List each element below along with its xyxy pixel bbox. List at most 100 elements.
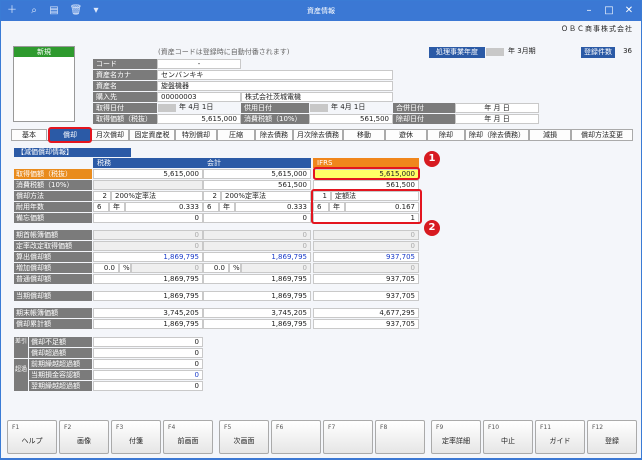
- extra-dep-acc: 0: [241, 263, 311, 273]
- memo-row-label: 備忘価額: [14, 213, 92, 223]
- overage-label: 償却超過額: [29, 348, 92, 358]
- cost-tax[interactable]: 5,615,000: [93, 169, 203, 179]
- prior-carry-label: 前期繰越超過額: [29, 359, 92, 369]
- asset-name-label: 資産名: [93, 81, 157, 91]
- life-tax-years[interactable]: 6: [93, 202, 109, 212]
- f3-key: F3: [116, 424, 124, 431]
- method-acc-no[interactable]: 2: [203, 191, 221, 201]
- method-tax[interactable]: 200%定率法: [111, 191, 203, 201]
- fiscal-year-label: 処理事業年度: [429, 47, 485, 58]
- calc-dep-acc[interactable]: 1,869,795: [203, 252, 311, 262]
- tab-monthly-depreciation[interactable]: 月次償却: [91, 129, 129, 141]
- calc-dep-tax[interactable]: 1,869,795: [93, 252, 203, 262]
- prior-carry-value[interactable]: 0: [93, 359, 203, 369]
- minimize-icon[interactable]: –: [579, 3, 599, 18]
- calc-dep-ifrs[interactable]: 937,705: [313, 252, 419, 262]
- method-acc[interactable]: 200%定率法: [221, 191, 311, 201]
- memo-tax[interactable]: 0: [93, 213, 203, 223]
- next-carry-value: 0: [93, 381, 203, 391]
- acquired-date-gray: [158, 104, 176, 112]
- tab-monthly-removal-obligation[interactable]: 月次除去債務: [293, 129, 343, 141]
- cost-acc[interactable]: 5,615,000: [203, 169, 311, 179]
- f2-image-button[interactable]: F2 画像: [59, 420, 109, 454]
- f12-key: F12: [592, 424, 604, 431]
- f7-button[interactable]: F7: [323, 420, 373, 454]
- tab-disposal[interactable]: 除却: [427, 129, 465, 141]
- extra-dep-tax-pct[interactable]: 0.0: [93, 263, 119, 273]
- life-acc-rate: 0.333: [235, 202, 311, 212]
- disposal-date-field[interactable]: 年 月 日: [455, 114, 539, 124]
- code-field[interactable]: -: [157, 59, 241, 69]
- f5-next-button[interactable]: F5 次画面: [219, 420, 269, 454]
- supplier-code-field[interactable]: 00000003: [157, 92, 241, 102]
- f4-prev-button[interactable]: F4 前画面: [163, 420, 213, 454]
- f8-button[interactable]: F8: [375, 420, 425, 454]
- overage-value: 0: [93, 348, 203, 358]
- calc-dep-label: 算出償却額: [14, 252, 92, 262]
- window-title: 資産情報: [307, 7, 335, 15]
- f12-register-button[interactable]: F12 登録: [587, 420, 637, 454]
- record-count-value: 36: [623, 47, 632, 55]
- f3-label: 付箋: [129, 437, 143, 445]
- begin-book-ifrs: 0: [313, 230, 419, 240]
- current-allowed-value[interactable]: 0: [93, 370, 203, 380]
- tab-method-change[interactable]: 償却方法変更: [571, 129, 633, 141]
- life-row-label: 耐用年数: [14, 202, 92, 212]
- tab-compression[interactable]: 圧縮: [217, 129, 255, 141]
- normal-dep-tax: 1,869,795: [93, 274, 203, 284]
- acquired-date-label: 取得日付: [93, 103, 157, 113]
- merge-date-field[interactable]: 年 月 日: [455, 103, 539, 113]
- tab-removal-obligation[interactable]: 除去債務: [255, 129, 293, 141]
- asset-photo[interactable]: 新規: [13, 46, 75, 122]
- f5-key: F5: [224, 424, 232, 431]
- maximize-icon[interactable]: □: [599, 3, 619, 18]
- kana-field[interactable]: センバンキキ: [157, 70, 393, 80]
- accum-acc: 1,869,795: [203, 319, 311, 329]
- tab-disposal-removal[interactable]: 除却（除去債務）: [465, 129, 529, 141]
- memo-acc[interactable]: 0: [203, 213, 311, 223]
- tab-idle[interactable]: 遊休: [385, 129, 427, 141]
- begin-book-acc: 0: [203, 230, 311, 240]
- tab-impairment[interactable]: 減損: [529, 129, 571, 141]
- life-acc-years[interactable]: 6: [203, 202, 219, 212]
- fiscal-year-value: 年 3月期: [508, 47, 536, 55]
- f10-cancel-button[interactable]: F10 中止: [483, 420, 533, 454]
- f3-sticky-button[interactable]: F3 付箋: [111, 420, 161, 454]
- tab-transfer[interactable]: 移動: [343, 129, 385, 141]
- begin-book-tax: 0: [93, 230, 203, 240]
- column-tax: 税務: [93, 158, 203, 168]
- f10-key: F10: [488, 424, 500, 431]
- tab-highlight: [48, 127, 92, 143]
- acquired-date-field[interactable]: 年 4月 1日: [176, 103, 241, 113]
- extra-dep-tax: 0: [131, 263, 203, 273]
- cost-label: 取得価額（税抜）: [93, 114, 157, 124]
- f9-label: 定率詳細: [442, 437, 470, 445]
- close-icon[interactable]: ✕: [619, 3, 639, 18]
- current-dep-ifrs: 937,705: [313, 291, 419, 301]
- inservice-date-gray: [310, 104, 328, 112]
- tax-field[interactable]: 561,500: [309, 114, 393, 124]
- method-tax-no[interactable]: 2: [93, 191, 111, 201]
- f9-declining-detail-button[interactable]: F9 定率詳細: [431, 420, 481, 454]
- tab-fixed-asset-tax[interactable]: 固定資産税: [129, 129, 175, 141]
- accum-ifrs: 937,705: [313, 319, 419, 329]
- normal-dep-acc: 1,869,795: [203, 274, 311, 284]
- f6-button[interactable]: F6: [271, 420, 321, 454]
- photo-header: 新規: [14, 47, 74, 57]
- column-accounting: 会計: [203, 158, 311, 168]
- ifrs-method-highlight: [311, 189, 422, 224]
- f1-help-button[interactable]: F1 ヘルプ: [7, 420, 57, 454]
- vat-acc[interactable]: 561,500: [203, 180, 311, 190]
- f4-label: 前画面: [177, 437, 199, 445]
- supplier-name-field[interactable]: 株式会社茨城電機: [241, 92, 393, 102]
- inservice-date-field[interactable]: 年 4月 1日: [328, 103, 393, 113]
- asset-name-field[interactable]: 旋盤機器: [157, 81, 393, 91]
- extra-dep-acc-pct[interactable]: 0.0: [203, 263, 229, 273]
- tab-special-depreciation[interactable]: 特別償却: [175, 129, 217, 141]
- tab-basic[interactable]: 基本: [11, 129, 47, 141]
- f11-label: ガイド: [549, 437, 571, 445]
- cost-field[interactable]: 5,615,000: [157, 114, 241, 124]
- f11-guide-button[interactable]: F11 ガイド: [535, 420, 585, 454]
- ifrs-cost-highlight: [313, 167, 420, 180]
- method-row-label: 償却方法: [14, 191, 92, 201]
